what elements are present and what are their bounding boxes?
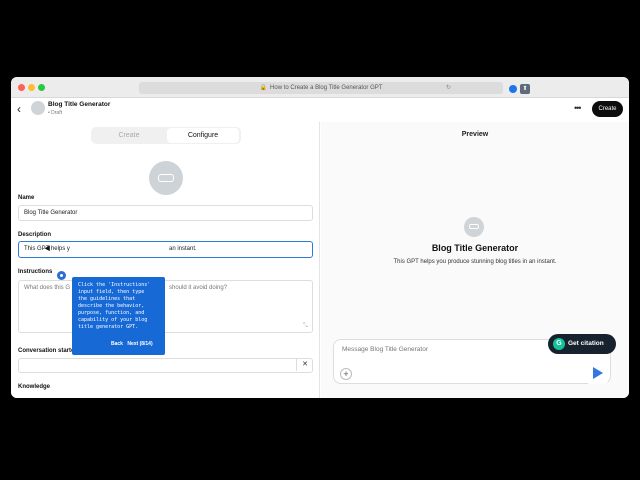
resize-handle-icon[interactable]: ⤡ xyxy=(303,323,308,330)
name-label: Name xyxy=(18,195,35,201)
attach-plus-icon[interactable]: + xyxy=(340,368,352,380)
name-value: Blog Title Generator xyxy=(24,210,78,216)
url-text: How to Create a Blog Title Generator GPT xyxy=(270,85,383,91)
browser-window: 🔒 How to Create a Blog Title Generator GP… xyxy=(11,77,629,398)
gpt-title: Blog Title Generator xyxy=(48,101,111,108)
knowledge-label: Knowledge xyxy=(18,384,51,390)
gpt-avatar xyxy=(31,101,45,115)
reload-icon[interactable]: ↻ xyxy=(446,82,451,94)
mode-tabs: Create Configure xyxy=(91,127,241,144)
maximize-window-dot[interactable] xyxy=(38,84,45,91)
conversation-starters-label: Conversation starters xyxy=(18,348,81,354)
preview-image-icon xyxy=(469,224,479,229)
walkthrough-hotspot[interactable] xyxy=(57,271,66,280)
get-citation-label: Get citation xyxy=(568,340,604,347)
more-options-icon[interactable]: ••• xyxy=(574,103,582,113)
name-field[interactable]: Blog Title Generator xyxy=(18,205,313,221)
draft-status: • Draft xyxy=(48,110,62,116)
grammarly-icon: G xyxy=(553,338,565,350)
walkthrough-tooltip: Click the 'Instructions' input field, th… xyxy=(72,277,165,355)
remove-starter-icon[interactable]: ✕ xyxy=(296,358,313,371)
tab-create[interactable]: Create xyxy=(91,127,167,144)
message-placeholder: Message Blog Title Generator xyxy=(342,346,428,353)
editor-panel: Create Configure Name Blog Title Generat… xyxy=(11,122,320,398)
gpt-image-upload[interactable] xyxy=(149,161,183,195)
create-button[interactable]: Create xyxy=(592,101,623,117)
description-value-tail: an instant. xyxy=(169,246,197,252)
tooltip-actions: Back Next (8/14) xyxy=(111,341,156,348)
instructions-textarea[interactable]: What does this G should it avoid doing? xyxy=(18,280,313,333)
description-field[interactable]: This GPT helps y an instant. xyxy=(18,241,313,258)
instructions-label: Instructions xyxy=(18,269,53,275)
extension-icon[interactable] xyxy=(509,85,517,93)
address-bar[interactable]: 🔒 How to Create a Blog Title Generator GP… xyxy=(139,82,503,94)
tab-configure[interactable]: Configure xyxy=(167,128,239,143)
instructions-placeholder-tail: should it avoid doing? xyxy=(169,285,228,291)
tooltip-next-button[interactable]: Next (8/14) xyxy=(127,341,152,347)
tooltip-text: Click the 'Instructions' input field, th… xyxy=(78,282,151,330)
lock-icon: 🔒 xyxy=(259,85,268,91)
description-label: Description xyxy=(18,232,52,238)
share-extension-icon[interactable]: ⬆ xyxy=(520,84,530,94)
minimize-window-dot[interactable] xyxy=(28,84,35,91)
tooltip-back-button[interactable]: Back xyxy=(111,341,123,347)
preview-heading: Preview xyxy=(461,131,489,138)
close-window-dot[interactable] xyxy=(18,84,25,91)
conversation-starter-input[interactable] xyxy=(18,358,313,373)
send-arrow-icon[interactable] xyxy=(586,362,608,384)
get-citation-button[interactable]: G Get citation xyxy=(548,334,616,354)
app-header: ‹ Blog Title Generator • Draft ••• Creat… xyxy=(11,98,629,122)
browser-titlebar: 🔒 How to Create a Blog Title Generator GP… xyxy=(11,77,629,98)
preview-gpt-name: Blog Title Generator xyxy=(431,243,519,253)
preview-panel: Preview Blog Title Generator This GPT he… xyxy=(321,122,629,398)
back-arrow-icon[interactable]: ‹ xyxy=(17,102,21,116)
instructions-placeholder: What does this G xyxy=(24,285,71,291)
preview-gpt-description: This GPT helps you produce stunning blog… xyxy=(393,259,557,265)
preview-avatar xyxy=(464,217,484,237)
image-placeholder-icon xyxy=(158,174,174,182)
